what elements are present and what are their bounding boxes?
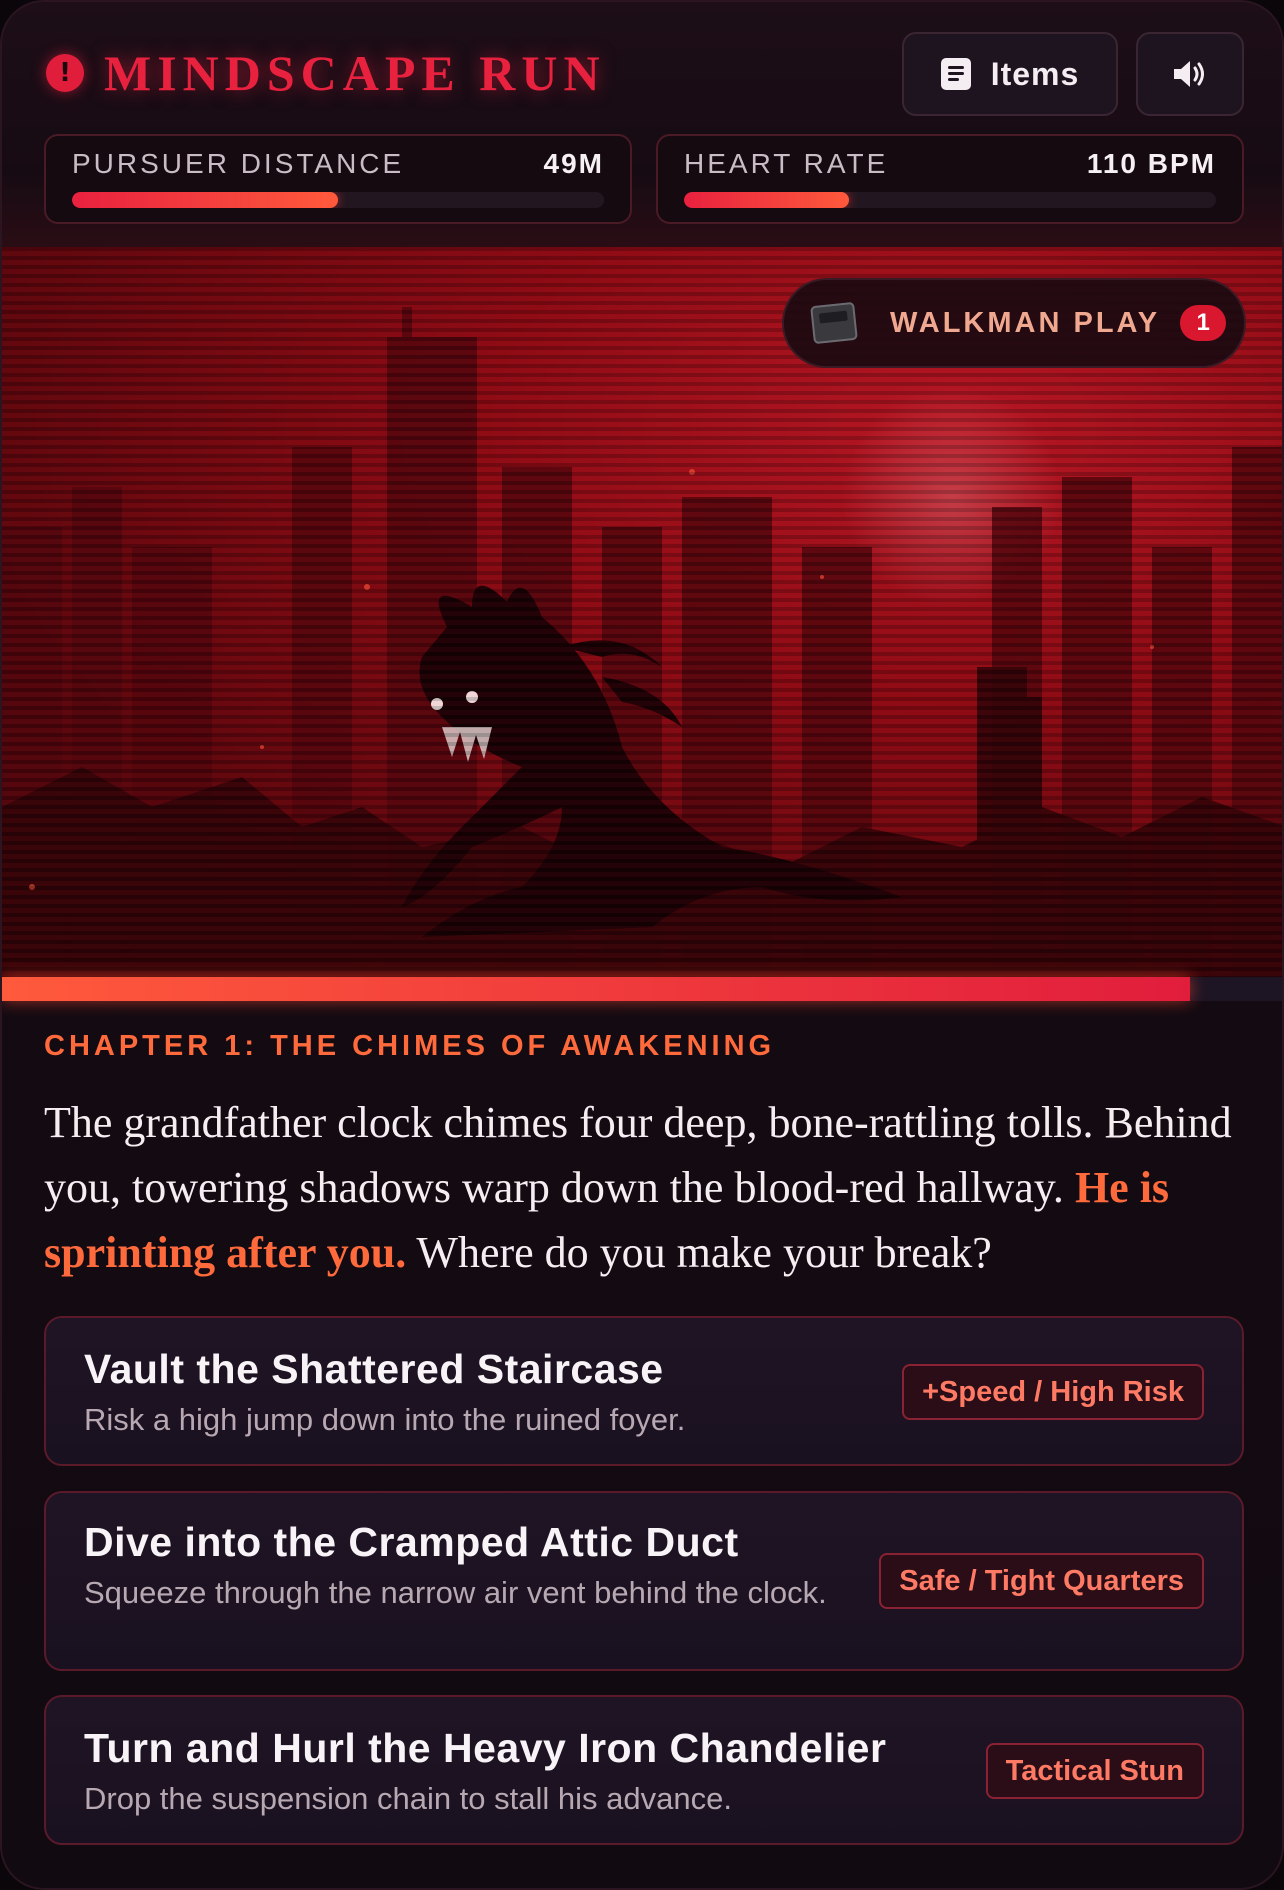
walkman-count-badge: 1 [1180, 305, 1227, 341]
chapter-progress-fill [2, 977, 1190, 1001]
choice-description: Drop the suspension chain to stall his a… [84, 1781, 732, 1816]
items-button-label: Items [990, 55, 1080, 92]
document-icon [940, 58, 971, 90]
heart-rate-fill [684, 192, 849, 208]
pursuer-distance-bar [72, 192, 604, 208]
heart-rate-label: HEART RATE [684, 148, 889, 179]
chapter-heading: CHAPTER 1: THE CHIMES OF AWAKENING [44, 1030, 776, 1062]
choice-card[interactable]: Vault the Shattered Staircase Risk a hig… [44, 1316, 1244, 1466]
choice-description: Squeeze through the narrow air vent behi… [84, 1575, 827, 1610]
pursuer-distance-label: PURSUER DISTANCE [72, 148, 405, 179]
title-group: ! MINDSCAPE RUN [46, 44, 606, 102]
choice-title: Turn and Hurl the Heavy Iron Chandelier [84, 1725, 887, 1771]
heart-rate-value: 110 BPM [1086, 148, 1216, 179]
pursuer-distance-meter: PURSUER DISTANCE 49M [44, 134, 632, 224]
pursuer-distance-value: 49M [543, 148, 604, 179]
heart-rate-bar [684, 192, 1216, 208]
walkman-play-button[interactable]: WALKMAN PLAY 1 [782, 278, 1246, 368]
chapter-progress-bar [2, 977, 1282, 1001]
choice-card[interactable]: Dive into the Cramped Attic Duct Squeeze… [44, 1491, 1244, 1671]
top-bar: ! MINDSCAPE RUN Items PURSUER DISTANCE 4… [2, 2, 1282, 247]
alert-circle-icon: ! [46, 54, 84, 92]
choice-title: Dive into the Cramped Attic Duct [84, 1519, 739, 1565]
heart-rate-meter: HEART RATE 110 BPM [656, 134, 1244, 224]
choice-tag: +Speed / High Risk [902, 1364, 1204, 1420]
choice-tag: Safe / Tight Quarters [879, 1553, 1204, 1609]
game-title: MINDSCAPE RUN [104, 45, 606, 101]
choice-tag: Tactical Stun [985, 1743, 1204, 1799]
choice-description: Risk a high jump down into the ruined fo… [84, 1402, 686, 1437]
sound-button[interactable] [1136, 32, 1244, 116]
story-text: The grandfather clock chimes four deep, … [44, 1090, 1254, 1285]
speaker-icon [1174, 61, 1204, 87]
cassette-icon [810, 301, 858, 345]
scene-illustration: WALKMAN PLAY 1 [2, 247, 1282, 977]
items-button[interactable]: Items [902, 32, 1118, 116]
choice-card[interactable]: Turn and Hurl the Heavy Iron Chandelier … [44, 1695, 1244, 1845]
pursuer-distance-fill [72, 192, 338, 208]
choice-title: Vault the Shattered Staircase [84, 1346, 664, 1392]
walkman-play-label: WALKMAN PLAY [890, 306, 1161, 339]
game-screen: ! MINDSCAPE RUN Items PURSUER DISTANCE 4… [0, 0, 1284, 1890]
story-text-intro: The grandfather clock chimes four deep, … [44, 1098, 1232, 1212]
story-text-prompt: Where do you make your break? [406, 1228, 992, 1277]
